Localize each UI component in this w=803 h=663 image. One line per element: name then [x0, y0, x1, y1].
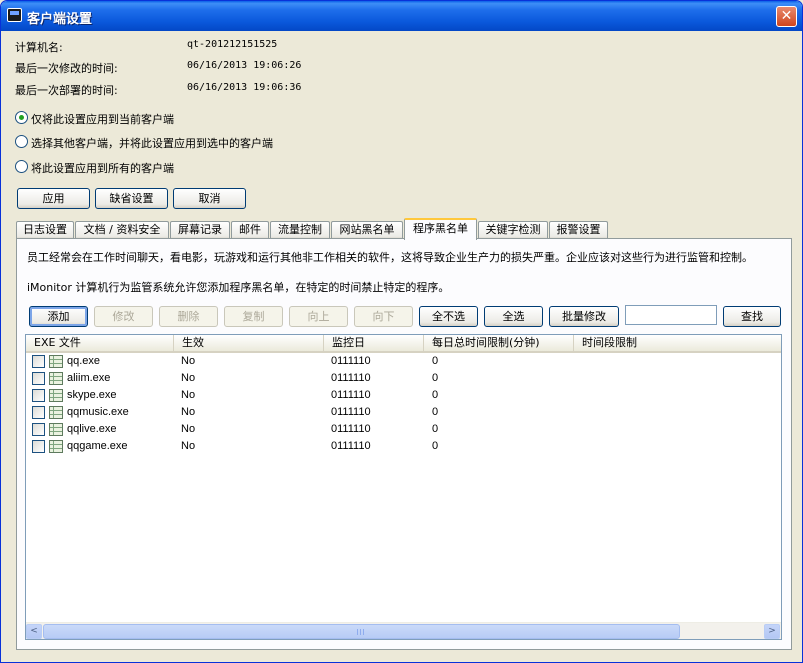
program-blacklist-panel: 员工经常会在工作时间聊天，看电影，玩游戏和运行其他非工作相关的软件，这将导致企业… — [16, 238, 792, 650]
days-value: 0111110 — [331, 406, 371, 418]
scroll-left-icon[interactable]: < — [26, 624, 42, 639]
tab-screen-recording[interactable]: 屏幕记录 — [170, 221, 230, 239]
computer-name-label: 计算机名: — [15, 41, 63, 54]
table-row[interactable]: qqmusic.exe No 0111110 0 — [26, 404, 781, 421]
tab-log-settings[interactable]: 日志设置 — [16, 221, 74, 239]
table-row[interactable]: skype.exe No 0111110 0 — [26, 387, 781, 404]
scroll-right-icon[interactable]: > — [764, 624, 780, 639]
enabled-value: No — [181, 372, 196, 384]
exe-name: qqgame.exe — [67, 440, 128, 452]
tab-document-security[interactable]: 文档 / 资料安全 — [75, 221, 169, 239]
daily-limit-value: 0 — [432, 389, 439, 401]
panel-description: 员工经常会在工作时间聊天，看电影，玩游戏和运行其他非工作相关的软件，这将导致企业… — [27, 251, 753, 264]
exe-name: qq.exe — [67, 355, 101, 367]
enabled-value: No — [181, 440, 196, 452]
daily-limit-value: 0 — [432, 440, 439, 452]
window-title: 客户端设置 — [27, 12, 93, 27]
search-input[interactable] — [625, 305, 717, 325]
row-checkbox[interactable] — [32, 372, 45, 385]
tab-website-blacklist[interactable]: 网站黑名单 — [331, 221, 403, 239]
tab-email[interactable]: 邮件 — [231, 221, 269, 239]
find-button[interactable]: 查找 — [723, 306, 781, 327]
column-header-time-range[interactable]: 时间段限制 — [574, 335, 781, 351]
daily-limit-value: 0 — [432, 423, 439, 435]
daily-limit-value: 0 — [432, 406, 439, 418]
tab-program-blacklist[interactable]: 程序黑名单 — [404, 218, 477, 240]
days-value: 0111110 — [331, 355, 371, 367]
exe-name: qqlive.exe — [67, 423, 117, 435]
client-settings-window: 客户端设置 ✕ 计算机名: qt-201212151525 最后一次修改的时间:… — [0, 0, 803, 663]
enabled-value: No — [181, 423, 196, 435]
row-checkbox[interactable] — [32, 440, 45, 453]
radio-apply-current-label: 仅将此设置应用到当前客户端 — [31, 113, 174, 126]
days-value: 0111110 — [331, 440, 371, 452]
daily-limit-value: 0 — [432, 355, 439, 367]
exe-name: qqmusic.exe — [67, 406, 129, 418]
panel-description-2: iMonitor 计算机行为监管系统允许您添加程序黑名单，在特定的时间禁止特定的… — [27, 281, 450, 294]
row-checkbox[interactable] — [32, 355, 45, 368]
enabled-value: No — [181, 355, 196, 367]
column-header-daily-limit[interactable]: 每日总时间限制(分钟) — [424, 335, 574, 351]
radio-apply-all-label: 将此设置应用到所有的客户端 — [31, 162, 174, 175]
select-all-button[interactable]: 全选 — [484, 306, 543, 327]
tab-keyword-detection[interactable]: 关键字检测 — [478, 221, 548, 239]
column-header-days[interactable]: 监控日 — [324, 335, 424, 351]
table-header: EXE 文件 生效 监控日 每日总时间限制(分钟) 时间段限制 — [26, 335, 781, 353]
table-row[interactable]: qqlive.exe No 0111110 0 — [26, 421, 781, 438]
title-bar[interactable]: 客户端设置 ✕ — [1, 1, 802, 31]
daily-limit-value: 0 — [432, 372, 439, 384]
table-row[interactable]: qq.exe No 0111110 0 — [26, 353, 781, 370]
tab-alert-settings[interactable]: 报警设置 — [549, 221, 608, 239]
days-value: 0111110 — [331, 423, 371, 435]
close-button[interactable]: ✕ — [776, 6, 797, 27]
table-row[interactable]: aliim.exe No 0111110 0 — [26, 370, 781, 387]
last-deployed-label: 最后一次部署的时间: — [15, 84, 118, 97]
exe-name: aliim.exe — [67, 372, 111, 384]
move-down-button[interactable]: 向下 — [354, 306, 413, 327]
radio-button[interactable] — [15, 135, 28, 148]
tab-traffic-control[interactable]: 流量控制 — [270, 221, 330, 239]
table-file-icon — [49, 355, 63, 368]
program-blacklist-table: EXE 文件 生效 监控日 每日总时间限制(分钟) 时间段限制 qq.exe N… — [25, 334, 782, 640]
days-value: 0111110 — [331, 389, 371, 401]
enabled-value: No — [181, 406, 196, 418]
enabled-value: No — [181, 389, 196, 401]
last-modified-value: 06/16/2013 19:06:26 — [187, 60, 302, 71]
table-file-icon — [49, 440, 63, 453]
last-deployed-value: 06/16/2013 19:06:36 — [187, 82, 302, 93]
radio-button[interactable] — [15, 160, 28, 173]
table-file-icon — [49, 406, 63, 419]
computer-name-value: qt-201212151525 — [187, 39, 278, 50]
delete-button[interactable]: 删除 — [159, 306, 218, 327]
scrollbar-grip-icon — [357, 629, 366, 635]
days-value: 0111110 — [331, 372, 371, 384]
edit-button[interactable]: 修改 — [94, 306, 153, 327]
window-icon — [7, 8, 22, 22]
select-none-button[interactable]: 全不选 — [419, 306, 478, 327]
row-checkbox[interactable] — [32, 389, 45, 402]
row-checkbox[interactable] — [32, 406, 45, 419]
exe-name: skype.exe — [67, 389, 117, 401]
column-header-enabled[interactable]: 生效 — [174, 335, 324, 351]
radio-button-checked[interactable] — [15, 111, 28, 124]
default-settings-button[interactable]: 缺省设置 — [95, 188, 168, 209]
horizontal-scrollbar[interactable]: < > — [26, 622, 781, 639]
copy-button[interactable]: 复制 — [224, 306, 283, 327]
scrollbar-thumb[interactable] — [43, 624, 680, 639]
row-checkbox[interactable] — [32, 423, 45, 436]
move-up-button[interactable]: 向上 — [289, 306, 348, 327]
table-file-icon — [49, 372, 63, 385]
table-file-icon — [49, 389, 63, 402]
column-header-exe[interactable]: EXE 文件 — [26, 335, 174, 351]
add-button[interactable]: 添加 — [29, 306, 88, 327]
radio-apply-selected-label: 选择其他客户端，并将此设置应用到选中的客户端 — [31, 137, 273, 150]
table-file-icon — [49, 423, 63, 436]
batch-edit-button[interactable]: 批量修改 — [549, 306, 619, 327]
apply-button[interactable]: 应用 — [17, 188, 90, 209]
table-row[interactable]: qqgame.exe No 0111110 0 — [26, 438, 781, 455]
last-modified-label: 最后一次修改的时间: — [15, 62, 118, 75]
cancel-button[interactable]: 取消 — [173, 188, 246, 209]
